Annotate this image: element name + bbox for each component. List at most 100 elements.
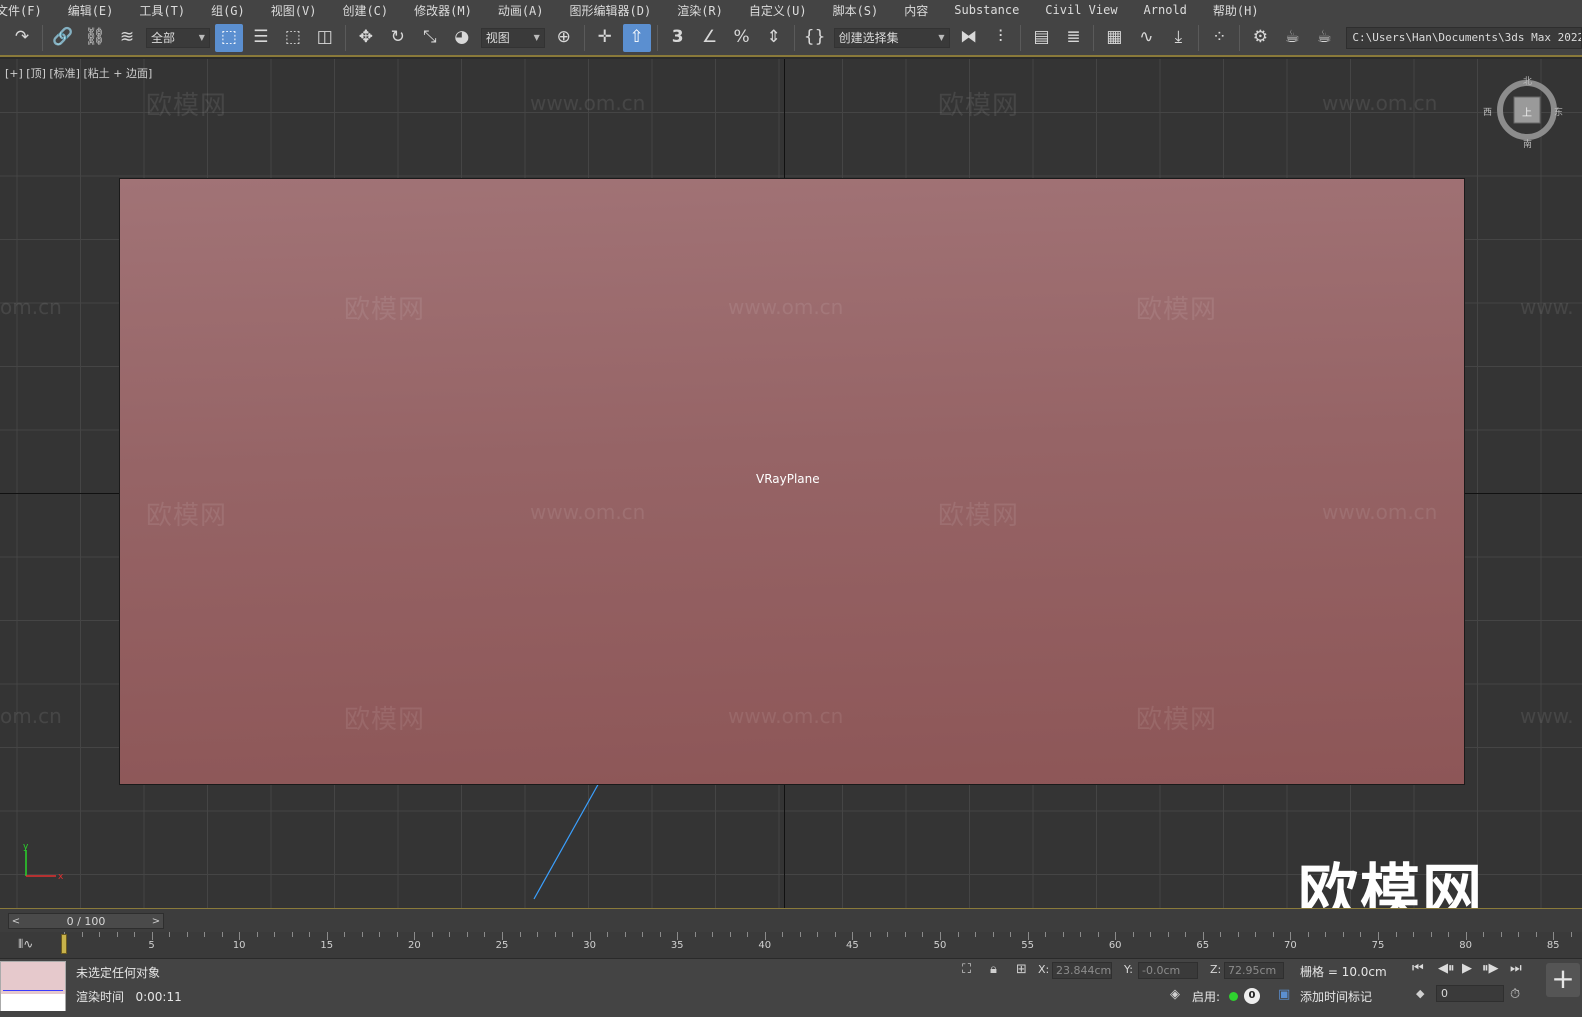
- snaps-toggle-button[interactable]: 3: [664, 24, 692, 52]
- adaptive-degradation-icon[interactable]: ◈: [1170, 987, 1180, 1002]
- isolate-selection-icon[interactable]: ⛶: [962, 962, 971, 977]
- menu-item[interactable]: 文件(F): [0, 2, 55, 19]
- viewport-label[interactable]: [+] [顶] [标准] [粘土 + 边面]: [5, 65, 152, 81]
- project-path-dropdown[interactable]: C:\Users\Han\Documents\3ds Max 2022 ▼: [1346, 26, 1582, 49]
- current-frame-marker[interactable]: [61, 934, 67, 954]
- create-new-button[interactable]: +: [1546, 963, 1580, 997]
- add-time-tag-button[interactable]: 添加时间标记: [1300, 988, 1372, 1005]
- status-indicator-dot: [1229, 992, 1238, 1001]
- menu-item[interactable]: 组(G): [198, 2, 258, 19]
- place-button[interactable]: ◕: [448, 24, 476, 52]
- y-coord-field[interactable]: -0.0cm: [1138, 962, 1198, 979]
- frame-spinner-icon: ◆: [1416, 987, 1425, 1000]
- layers-icon: ≣: [1066, 27, 1081, 47]
- menu-item[interactable]: 创建(C): [329, 2, 401, 19]
- scale-button[interactable]: ⤡: [416, 24, 444, 52]
- menu-item[interactable]: Arnold: [1131, 3, 1200, 17]
- watermark-logo: 欧模网: [146, 91, 228, 121]
- select-manipulate-button[interactable]: ✛: [591, 24, 619, 52]
- unlink-button[interactable]: ⛓: [81, 24, 109, 52]
- redo-button[interactable]: ↷: [8, 24, 36, 52]
- watermark-logo: 欧模网: [938, 501, 1020, 531]
- bind-spacewarp-button[interactable]: ≋: [113, 24, 141, 52]
- menu-item[interactable]: 编辑(E): [55, 2, 127, 19]
- time-slider[interactable]: < 0 / 100 >: [8, 913, 164, 929]
- window-crossing-button[interactable]: ◫: [311, 24, 339, 52]
- x-coord-field[interactable]: 23.844cm: [1052, 962, 1112, 979]
- menu-item[interactable]: 帮助(H): [1200, 2, 1272, 19]
- current-frame-field[interactable]: 0: [1436, 985, 1504, 1002]
- time-tag-icon[interactable]: ▣: [1278, 987, 1290, 1002]
- ruler-tick: [554, 932, 556, 937]
- scene-explorer-button[interactable]: ▤: [1027, 24, 1055, 52]
- viewcube[interactable]: 北 南 东 西 上: [1483, 77, 1563, 150]
- render-setup-button[interactable]: ⚙: [1246, 24, 1274, 52]
- watermark-url: www.om.cn: [530, 91, 646, 115]
- track-bar[interactable]: ⦀∿ 0510152025303540455055606570758085: [0, 932, 1582, 959]
- pivot-center-button[interactable]: ⊕: [550, 24, 578, 52]
- percent-snap-button[interactable]: %: [728, 24, 756, 52]
- material-editor-button[interactable]: ⁘: [1205, 24, 1233, 52]
- time-config-icon[interactable]: ⏱: [1510, 987, 1520, 1002]
- ruler-tick: [1553, 932, 1555, 940]
- z-coord-field[interactable]: 72.95cm: [1224, 962, 1284, 979]
- ribbon-toggle-button[interactable]: ▦: [1100, 24, 1128, 52]
- schematic-icon: ⤓: [1174, 27, 1183, 47]
- menu-item[interactable]: 修改器(M): [401, 2, 485, 19]
- menu-item[interactable]: 渲染(R): [664, 2, 736, 19]
- menu-item[interactable]: Substance: [941, 3, 1032, 17]
- render-production-button[interactable]: ☕: [1310, 24, 1338, 52]
- ruler-tick: [764, 932, 766, 940]
- menu-item[interactable]: 工具(T): [126, 2, 198, 19]
- layer-explorer-button[interactable]: ≣: [1059, 24, 1087, 52]
- menu-item[interactable]: 图形编辑器(D): [557, 2, 665, 19]
- next-key-button[interactable]: ⏸▶: [1482, 961, 1499, 976]
- link-button[interactable]: 🔗: [49, 24, 77, 52]
- ruler-tick: [239, 932, 241, 940]
- named-selection-dropdown[interactable]: 创建选择集 ▼: [833, 27, 950, 48]
- go-to-start-button[interactable]: ⏮: [1412, 961, 1424, 976]
- menu-item[interactable]: 动画(A): [485, 2, 557, 19]
- rendered-frame-window-button[interactable]: ☕: [1278, 24, 1306, 52]
- menu-item[interactable]: Civil View: [1032, 3, 1130, 17]
- top-viewport[interactable]: VRayPlane 欧模网 www.om.cn 欧模网 www.om.cn om…: [0, 59, 1582, 908]
- selection-filter-dropdown[interactable]: 全部 ▼: [145, 27, 210, 48]
- ruler-tick: [1062, 932, 1064, 937]
- mirror-button[interactable]: ⧓: [955, 24, 983, 52]
- viewcube-south: 南: [1523, 140, 1533, 150]
- menu-item[interactable]: 脚本(S): [820, 2, 892, 19]
- angle-snap-button[interactable]: ∠: [696, 24, 724, 52]
- rotate-button[interactable]: ↻: [384, 24, 412, 52]
- menu-item[interactable]: 自定义(U): [736, 2, 820, 19]
- previous-frame-icon[interactable]: <: [9, 916, 23, 927]
- ruler-tick: [1342, 932, 1344, 937]
- select-by-name-button[interactable]: ☰: [247, 24, 275, 52]
- play-button[interactable]: ▶: [1462, 961, 1472, 976]
- next-frame-icon[interactable]: >: [149, 916, 163, 927]
- maxscript-listener-mini[interactable]: [0, 961, 66, 1011]
- align-button[interactable]: ⫶: [987, 24, 1015, 52]
- curve-editor-button[interactable]: ∿: [1132, 24, 1160, 52]
- schematic-view-button[interactable]: ⤓: [1164, 24, 1192, 52]
- angle-snap-icon: ∠: [702, 27, 718, 47]
- spinner-snap-button[interactable]: ⇕: [760, 24, 788, 52]
- menu-item[interactable]: 视图(V): [258, 2, 330, 19]
- mini-curve-editor-button[interactable]: ⦀∿: [18, 937, 33, 952]
- rectangular-selection-button[interactable]: ⬚: [279, 24, 307, 52]
- spacewarp-icon: ≋: [119, 27, 135, 47]
- transform-mode-icon[interactable]: ⊞: [1016, 962, 1027, 977]
- ruler-tick: [1430, 932, 1432, 937]
- select-object-button[interactable]: ⬚: [214, 23, 243, 52]
- lock-icon[interactable]: 🔒︎: [990, 962, 997, 977]
- go-to-end-button[interactable]: ⏭: [1510, 961, 1522, 976]
- keyboard-shortcut-override-button[interactable]: ⇧: [622, 23, 651, 52]
- reference-coordinate-dropdown[interactable]: 视图 ▼: [480, 27, 545, 48]
- previous-key-button[interactable]: ◀⏸: [1438, 961, 1455, 976]
- move-button[interactable]: ✥: [352, 24, 380, 52]
- ruler-tick: [729, 932, 731, 937]
- status-bar: 未选定任何对象 渲染时间 0:00:11 ⛶ 🔒︎ ⊞ X: 23.844cm …: [0, 959, 1582, 1017]
- menu-item[interactable]: 内容: [891, 2, 941, 19]
- listener-input[interactable]: [1, 994, 65, 1011]
- ruler-tick: [869, 932, 871, 937]
- edit-named-selection-button[interactable]: {}: [801, 24, 829, 52]
